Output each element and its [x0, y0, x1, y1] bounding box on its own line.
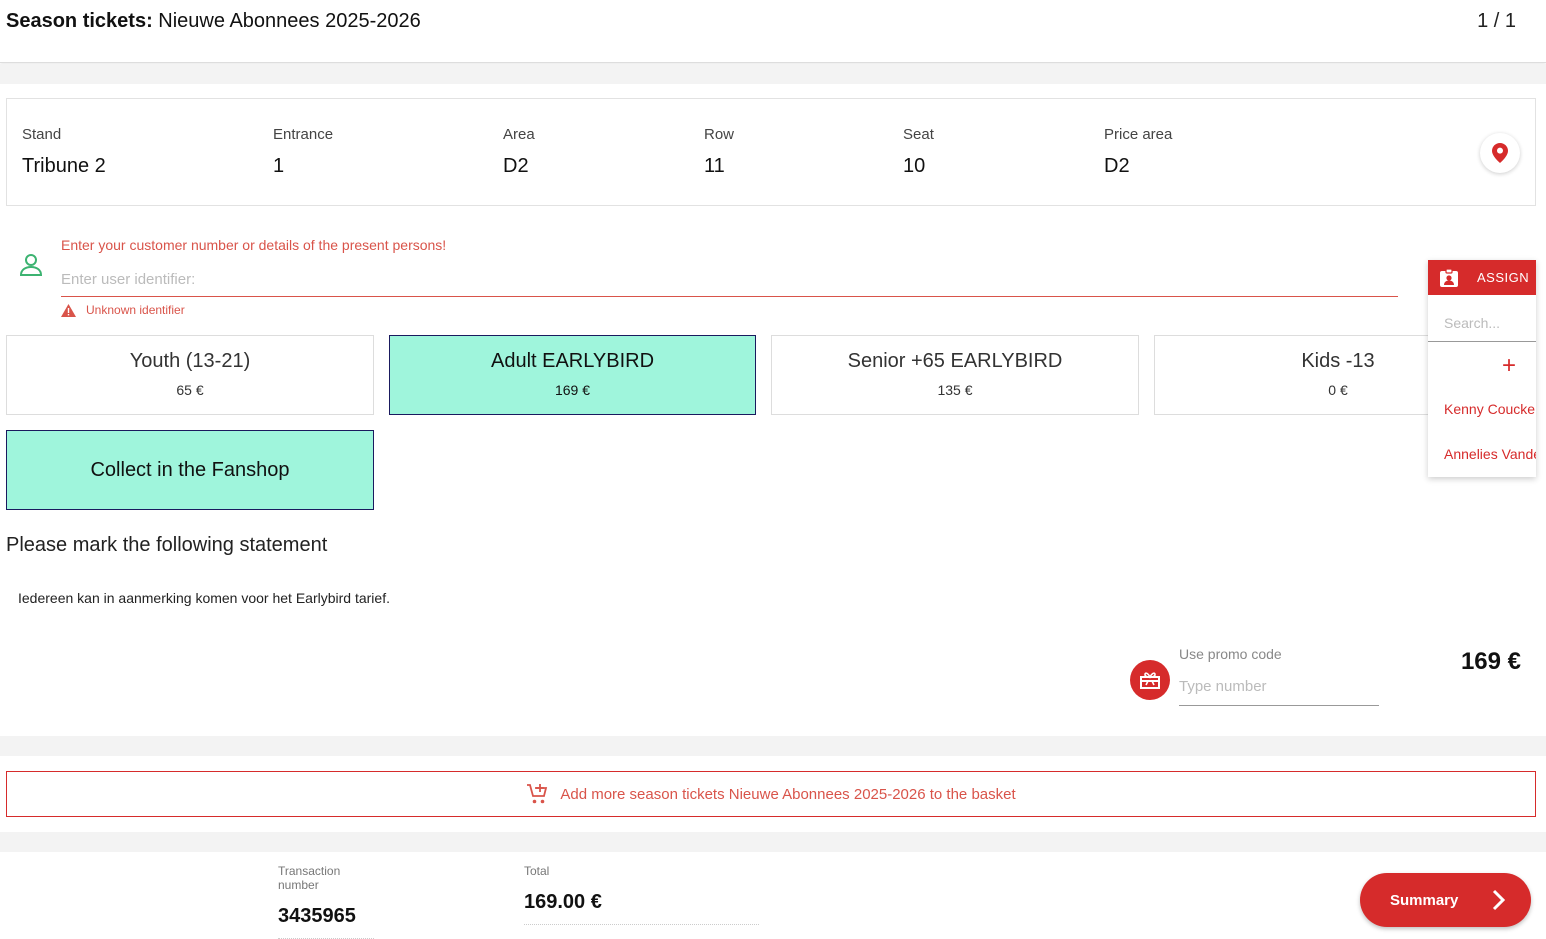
- tariff-youth-name: Youth (13-21): [129, 350, 251, 372]
- user-identifier-error-text: Unknown identifier: [86, 303, 185, 317]
- tariff-youth[interactable]: Youth (13-21) 65 €: [6, 335, 374, 415]
- footer: Transaction number 3435965 Total 169.00 €: [0, 852, 1546, 939]
- person-icon: [20, 254, 42, 276]
- seat-stand-value: Tribune 2: [22, 155, 106, 177]
- section-divider: [0, 832, 1546, 852]
- assign-person-item[interactable]: Kenny Coucke: [1444, 401, 1535, 417]
- user-identifier-error: Unknown identifier: [61, 303, 185, 317]
- seat-info-card: Stand Tribune 2 Entrance 1 Area D2 Row 11 Se…: [6, 98, 1536, 206]
- transaction-number-label: Transaction number: [278, 864, 341, 892]
- gift-icon: [1130, 660, 1170, 700]
- tariff-adult-name: Adult EARLYBIRD: [490, 350, 655, 372]
- summary-button[interactable]: Summary: [1360, 873, 1531, 927]
- page-title: Season tickets: Nieuwe Abonnees 2025-202…: [6, 10, 421, 33]
- assign-badge-icon: [1440, 267, 1458, 287]
- add-person-button[interactable]: +: [1502, 352, 1516, 380]
- add-to-cart-icon: [527, 784, 548, 804]
- total: Total 169.00 €: [524, 864, 759, 925]
- statement-text[interactable]: Iedereen kan in aanmerking komen voor he…: [18, 590, 390, 606]
- transaction-number: Transaction number 3435965: [278, 864, 374, 939]
- seat-entrance: Entrance 1: [273, 126, 333, 178]
- promo-code-input[interactable]: [1179, 668, 1379, 706]
- assign-person-item[interactable]: Annelies Vande: [1444, 446, 1536, 462]
- tariff-senior-earlybird[interactable]: Senior +65 EARLYBIRD 135 €: [771, 335, 1139, 415]
- assign-search-input[interactable]: [1428, 304, 1536, 342]
- delivery-option-fanshop[interactable]: Collect in the Fanshop: [6, 430, 374, 510]
- section-divider: [0, 64, 1546, 84]
- seat-row: Row 11: [704, 126, 734, 178]
- assign-button-label: ASSIGN: [1477, 270, 1530, 285]
- assign-panel: ASSIGN + Kenny Coucke Annelies Vande: [1428, 260, 1536, 477]
- seat-price-area-value: D2: [1104, 155, 1130, 177]
- tariff-adult-price: 169 €: [554, 382, 591, 398]
- promo-code-label: Use promo code: [1179, 646, 1282, 662]
- page-title-name: Nieuwe Abonnees 2025-2026: [158, 10, 421, 32]
- user-identifier-hint: Enter your customer number or details of…: [61, 237, 447, 253]
- add-more-to-basket-label: Add more season tickets Nieuwe Abonnees …: [560, 785, 1016, 803]
- seat-area-label: Area: [503, 126, 535, 143]
- seat-area: Area D2: [503, 126, 535, 178]
- tariff-senior-name: Senior +65 EARLYBIRD: [847, 350, 1063, 372]
- seat-price-area-label: Price area: [1104, 126, 1173, 143]
- transaction-number-value: 3435965: [278, 905, 374, 939]
- pager: 1 / 1: [1477, 10, 1516, 32]
- map-pin-button[interactable]: [1480, 133, 1520, 173]
- seat-entrance-label: Entrance: [273, 126, 334, 143]
- seat-area-value: D2: [503, 155, 529, 177]
- seat-seat-label: Seat: [903, 126, 934, 143]
- total-value: 169.00 €: [524, 891, 759, 925]
- chevron-right-icon: [1492, 889, 1505, 911]
- tariff-youth-price: 65 €: [176, 382, 204, 398]
- seat-stand-label: Stand: [22, 126, 62, 143]
- tariff-senior-price: 135 €: [937, 382, 973, 398]
- seat-entrance-value: 1: [273, 155, 285, 177]
- seat-seat: Seat 10: [903, 126, 934, 178]
- statement-heading: Please mark the following statement: [6, 534, 328, 556]
- seat-stand: Stand Tribune 2: [22, 126, 106, 178]
- page-title-prefix: Season tickets:: [6, 10, 153, 32]
- add-more-to-basket-button[interactable]: Add more season tickets Nieuwe Abonnees …: [6, 771, 1536, 817]
- section-divider: [0, 736, 1546, 756]
- ticket-price: 169 €: [1460, 648, 1521, 675]
- warning-icon: [61, 303, 76, 317]
- user-identifier-input[interactable]: [61, 262, 1398, 297]
- assign-button[interactable]: ASSIGN: [1428, 260, 1536, 295]
- map-pin-icon: [1492, 143, 1508, 163]
- total-label: Total: [524, 864, 550, 878]
- seat-row-label: Row: [704, 126, 735, 143]
- seat-row-value: 11: [704, 155, 725, 177]
- tariff-adult-earlybird[interactable]: Adult EARLYBIRD 169 €: [389, 335, 756, 415]
- top-bar: Season tickets: Nieuwe Abonnees 2025-202…: [0, 0, 1546, 63]
- summary-label: Summary: [1390, 891, 1459, 909]
- seat-price-area: Price area D2: [1104, 126, 1172, 178]
- seat-seat-value: 10: [903, 155, 926, 177]
